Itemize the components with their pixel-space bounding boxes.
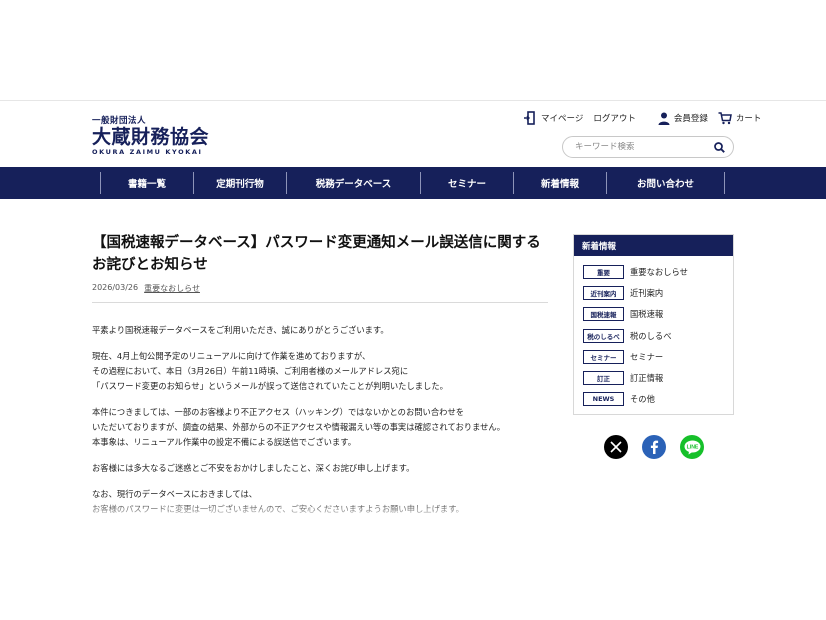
paragraph-line: いただいておりますが、調査の結果、外部からの不正アクセスや情報漏えい等の事実は確… — [92, 422, 506, 432]
sidebar-item-label: 税のしるべ — [630, 330, 672, 341]
x-share-button[interactable] — [604, 435, 628, 459]
main-nav: 書籍一覧 定期刊行物 税務データベース セミナー 新着情報 お問い合わせ — [0, 167, 826, 199]
sidebar-item-important[interactable]: 重要 重要なおしらせ — [583, 264, 733, 280]
search-input[interactable] — [575, 142, 714, 152]
nav-news[interactable]: 新着情報 — [513, 172, 606, 194]
sidebar-tag: セミナー — [583, 349, 624, 364]
article: 【国税速報データベース】パスワード変更通知メール誤送信に関するお詫びとお知らせ … — [92, 232, 548, 517]
article-paragraph: お客様には多大なるご迷惑とご不安をおかけしましたこと、深くお詫び申し上げます。 — [92, 461, 548, 476]
article-paragraph: 現在、4月上旬公開予定のリニューアルに向けて作業を進めておりますが、 その過程に… — [92, 349, 548, 394]
search-box — [562, 136, 734, 158]
nav-seminar[interactable]: セミナー — [420, 172, 513, 194]
sidebar-item-zei-no-shirube[interactable]: 税のしるべ 税のしるべ — [583, 328, 733, 344]
sidebar-item-label: 重要なおしらせ — [630, 267, 688, 277]
article-category-link[interactable]: 重要なおしらせ — [144, 283, 200, 294]
logo-roman-text: OKURA ZAIMU KYOKAI — [92, 148, 203, 156]
paragraph-line: 本件につきましては、一部のお客様より不正アクセス（ハッキング）ではないかとのお問… — [92, 407, 465, 417]
cart-link[interactable]: カート — [718, 111, 762, 125]
sidebar-tag: 訂正 — [583, 370, 624, 385]
sidebar-item-correction[interactable]: 訂正 訂正情報 — [583, 370, 733, 386]
paragraph-line: お客様には多大なるご迷惑とご不安をおかけしましたこと、深くお詫び申し上げます。 — [92, 463, 415, 473]
sidebar-item-kokuzei-sokuho[interactable]: 国税速報 国税速報 — [583, 306, 733, 322]
search-icon[interactable] — [714, 141, 725, 153]
logo-main-text: 大蔵財務協会 — [92, 126, 210, 148]
facebook-share-button[interactable] — [642, 435, 666, 459]
member-register-link[interactable]: 会員登録 — [658, 112, 708, 125]
paragraph-line: 現在、4月上旬公開予定のリニューアルに向けて作業を進めておりますが、 — [92, 351, 371, 361]
x-icon — [610, 441, 622, 453]
news-sidebar: 新着情報 重要 重要なおしらせ 近刊案内 近刊案内 国税速報 国税速報 税のしる… — [573, 234, 734, 415]
paragraph-line: なお、現行のデータベースにおきましては、 — [92, 489, 258, 499]
article-paragraph: 本件につきましては、一部のお客様より不正アクセス（ハッキング）ではないかとのお問… — [92, 405, 548, 450]
sidebar-item-label: 国税速報 — [630, 309, 664, 320]
line-icon-text: LINE — [686, 444, 698, 450]
article-paragraph: 平素より国税速報データベースをご利用いただき、誠にありがとうございます。 — [92, 323, 548, 338]
sidebar-tag: 国税速報 — [583, 307, 624, 322]
sidebar-item-label: その他 — [630, 394, 655, 405]
sidebar-tag: NEWS — [583, 392, 624, 407]
sidebar-item-seminar[interactable]: セミナー セミナー — [583, 349, 733, 365]
line-share-button[interactable]: LINE — [680, 435, 704, 459]
logo-small-text: 一般財団法人 — [92, 116, 147, 126]
article-meta: 2026/03/26 重要なおしらせ — [92, 283, 548, 303]
mypage-link[interactable]: マイページ — [523, 111, 583, 125]
sidebar-item-upcoming[interactable]: 近刊案内 近刊案内 — [583, 285, 733, 301]
sidebar-list: 重要 重要なおしらせ 近刊案内 近刊案内 国税速報 国税速報 税のしるべ 税のし… — [574, 256, 733, 407]
mypage-label: マイページ — [541, 114, 584, 124]
article-paragraph: なお、現行のデータベースにおきましては、 お客様のパスワードに変更は一切ございま… — [92, 487, 548, 517]
nav-tax-database[interactable]: 税務データベース — [286, 172, 420, 194]
nav-contact[interactable]: お問い合わせ — [606, 172, 725, 194]
line-icon: LINE — [684, 440, 700, 454]
paragraph-line: 本事象は、リニューアル作業中の設定不備による誤送信でございます。 — [92, 437, 357, 447]
cart-label: カート — [735, 114, 762, 124]
sidebar-tag: 重要 — [583, 265, 624, 279]
member-register-label: 会員登録 — [673, 114, 708, 124]
sidebar-tag: 近刊案内 — [583, 286, 624, 301]
mypage-door-icon — [524, 111, 535, 125]
sidebar-item-other[interactable]: NEWS その他 — [583, 391, 733, 407]
article-title: 【国税速報データベース】パスワード変更通知メール誤送信に関するお詫びとお知らせ — [92, 235, 541, 273]
paragraph-line: お客様のパスワードに変更は一切ございませんので、ご安心くださいますようお願い申し… — [92, 504, 464, 514]
nav-periodicals[interactable]: 定期刊行物 — [193, 172, 286, 194]
sidebar-item-label: 近刊案内 — [630, 288, 664, 299]
sidebar-item-label: セミナー — [630, 351, 664, 362]
facebook-icon — [650, 440, 659, 454]
nav-books[interactable]: 書籍一覧 — [100, 172, 193, 194]
paragraph-line: 平素より国税速報データベースをご利用いただき、誠にありがとうございます。 — [92, 325, 389, 335]
paragraph-line: 「パスワード変更のお知らせ」というメールが誤って送信されていたことが判明いたしま… — [92, 381, 448, 391]
article-date: 2026/03/26 — [92, 283, 139, 292]
social-share: LINE — [604, 435, 704, 459]
person-icon — [658, 112, 670, 125]
sidebar-item-label: 訂正情報 — [630, 372, 664, 383]
paragraph-line: その過程において、本日（3月26日）午前11時頃、ご利用者様のメールアドレス宛に — [92, 366, 409, 376]
logout-label: ログアウト — [593, 114, 636, 124]
sidebar-tag: 税のしるべ — [583, 328, 624, 343]
top-blank-area — [0, 0, 826, 101]
logout-link[interactable]: ログアウト — [593, 112, 636, 124]
site-logo[interactable]: 一般財団法人 大蔵財務協会 OKURA ZAIMU KYOKAI — [92, 116, 212, 157]
bottom-fade — [0, 518, 826, 620]
cart-icon — [718, 111, 732, 124]
user-nav: マイページ ログアウト 会員登録 カート — [523, 111, 761, 125]
sidebar-title: 新着情報 — [574, 235, 733, 256]
